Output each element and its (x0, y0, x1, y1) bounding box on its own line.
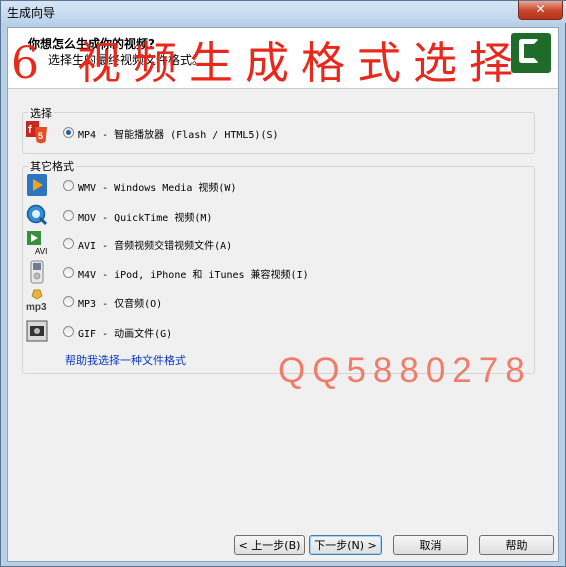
choose-group-label: 选择 (28, 105, 54, 121)
wizard-body: 你想怎么生成你的视频? 选择生的最终视频文件格式。 选择 f 5 MP4 - 智… (7, 27, 559, 562)
back-button[interactable]: < 上一步(B) (234, 535, 305, 555)
option-gif[interactable]: GIF - 动画文件(G) (26, 319, 506, 345)
mp3-label: MP3 - 仅音频(O) (78, 299, 163, 310)
option-avi[interactable]: AVI AVI - 音频视频交错视频文件(A) (26, 231, 506, 257)
help-choose-format-link[interactable]: 帮助我选择一种文件格式 (65, 352, 186, 368)
option-mp3[interactable]: mp3 MP3 - 仅音频(O) (26, 289, 506, 315)
mp4-radio[interactable] (63, 127, 74, 138)
quicktime-icon (26, 204, 48, 226)
html5-flash-icon: f 5 (26, 121, 47, 144)
gif-radio[interactable] (63, 326, 74, 337)
windows-media-icon (27, 174, 47, 196)
cancel-button[interactable]: 取消 (393, 535, 468, 555)
m4v-label: M4V - iPod, iPhone 和 iTunes 兼容视频(I) (78, 270, 309, 281)
close-button[interactable]: ✕ (518, 1, 563, 20)
avi-icon: AVI (27, 231, 47, 255)
wizard-window: 生成向导 ✕ 你想怎么生成你的视频? 选择生的最终视频文件格式。 选择 f 5 … (0, 0, 566, 567)
next-button[interactable]: 下一步(N) > (309, 535, 382, 555)
mp3-radio[interactable] (63, 296, 74, 307)
mov-radio[interactable] (63, 210, 74, 221)
overlay-title: 6 视频生成格式选择 (11, 38, 525, 89)
option-m4v[interactable]: M4V - iPod, iPhone 和 iTunes 兼容视频(I) (26, 260, 506, 286)
svg-text:mp3: mp3 (26, 302, 47, 313)
option-wmv[interactable]: WMV - Windows Media 视频(W) (26, 173, 506, 199)
wmv-radio[interactable] (63, 180, 74, 191)
svg-text:AVI: AVI (35, 247, 47, 255)
help-button[interactable]: 帮助 (479, 535, 554, 555)
svg-text:f: f (28, 124, 32, 136)
option-mov[interactable]: MOV - QuickTime 视频(M) (26, 203, 506, 229)
ipod-icon (30, 260, 44, 284)
svg-text:5: 5 (38, 131, 43, 141)
option-mp4[interactable]: f 5 MP4 - 智能播放器 (Flash / HTML5)(S) (26, 120, 506, 146)
wmv-label: WMV - Windows Media 视频(W) (78, 183, 237, 194)
mp4-label: MP4 - 智能播放器 (Flash / HTML5)(S) (78, 130, 279, 141)
mp3-icon: mp3 (26, 289, 47, 313)
gif-icon (26, 320, 48, 342)
overlay-qq: QQ5880278 (278, 351, 532, 390)
avi-radio[interactable] (63, 238, 74, 249)
other-formats-label: 其它格式 (28, 158, 76, 174)
avi-label: AVI - 音频视频交错视频文件(A) (78, 241, 233, 252)
title-bar[interactable]: 生成向导 ✕ (1, 1, 566, 23)
window-title: 生成向导 (7, 6, 56, 20)
mov-label: MOV - QuickTime 视频(M) (78, 213, 213, 224)
m4v-radio[interactable] (63, 267, 74, 278)
gif-label: GIF - 动画文件(G) (78, 329, 173, 340)
